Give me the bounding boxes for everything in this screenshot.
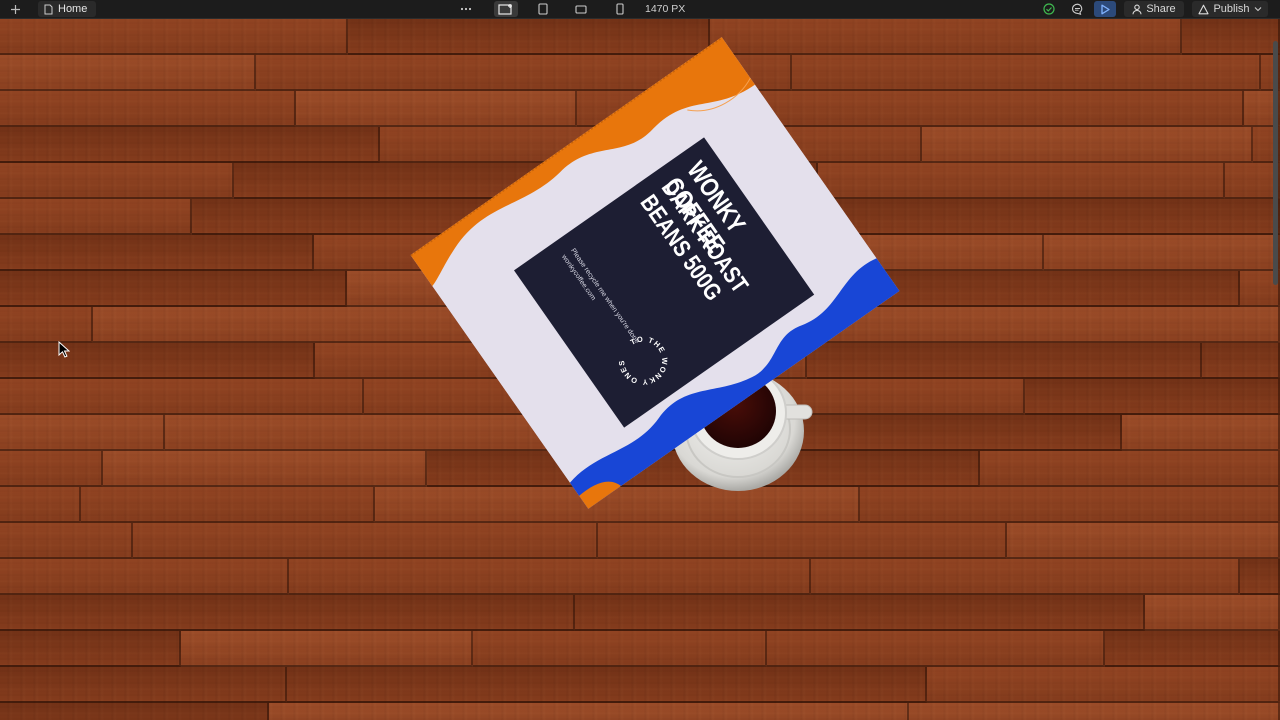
- floor-plank: [927, 667, 1280, 703]
- floor-plank: [1025, 379, 1280, 415]
- mobile-breakpoint-button[interactable]: [611, 1, 629, 17]
- floor-plank: [792, 55, 1261, 91]
- page-icon: [44, 4, 53, 14]
- floor-plank: [710, 19, 1182, 55]
- floor-plank: [287, 667, 927, 703]
- floor-plank: [1044, 235, 1280, 271]
- preview-button[interactable]: [1094, 1, 1116, 17]
- floor-plank: [0, 235, 314, 271]
- floor-plank: [980, 451, 1280, 487]
- mobile-breakpoint-icon: [616, 3, 624, 15]
- floor-plank: [289, 559, 811, 595]
- floor-plank: [0, 415, 165, 451]
- floor-plank: [0, 631, 181, 667]
- more-icon: [460, 7, 472, 11]
- user-icon: [1132, 4, 1142, 14]
- check-circle-icon: [1043, 3, 1055, 15]
- floor-plank: [922, 127, 1253, 163]
- floor-plank: [0, 559, 289, 595]
- top-toolbar: Home 1470 PX Share Publish: [0, 0, 1280, 19]
- publish-status[interactable]: [1041, 1, 1057, 17]
- floor-plank: [0, 487, 81, 523]
- insert-button[interactable]: [6, 1, 24, 17]
- tablet-landscape-icon: [575, 5, 587, 14]
- canvas-width-readout[interactable]: 1470 PX: [645, 0, 695, 18]
- floor-plank: [1225, 163, 1280, 199]
- floor-plank: [81, 487, 375, 523]
- comment-icon: [1071, 3, 1082, 15]
- floor-plank: [767, 631, 1105, 667]
- desktop-breakpoint-button[interactable]: [494, 1, 518, 17]
- floor-plank: [1240, 559, 1280, 595]
- floor-plank: [133, 523, 598, 559]
- floor-plank: [818, 163, 1225, 199]
- floor-plank: [811, 559, 1240, 595]
- floor-plank: [860, 487, 1280, 523]
- floor-plank: [0, 19, 348, 55]
- design-canvas[interactable]: WONKY COFFEE DARK ROAST BEANS 500G Pleas…: [0, 19, 1280, 720]
- publish-label: Publish: [1213, 3, 1250, 15]
- tablet-breakpoint-button[interactable]: [534, 1, 552, 17]
- floor-plank: [0, 667, 287, 703]
- floor-plank: [0, 343, 315, 379]
- share-button[interactable]: Share: [1124, 1, 1184, 17]
- share-label: Share: [1146, 3, 1176, 15]
- floor-plank: [348, 19, 710, 55]
- floor-plank: [0, 595, 575, 631]
- floor-plank: [807, 343, 1202, 379]
- floor-plank: [1145, 595, 1280, 631]
- floor-plank: [296, 91, 577, 127]
- floor-plank: [0, 703, 269, 720]
- comments-button[interactable]: [1068, 1, 1086, 17]
- floor-plank: [0, 91, 296, 127]
- floor-plank: [0, 523, 133, 559]
- floor-plank: [909, 703, 1280, 720]
- floor-plank: [1105, 631, 1280, 667]
- floor-plank: [0, 163, 234, 199]
- floor-plank: [0, 127, 380, 163]
- floor-plank: [0, 307, 93, 343]
- floor-plank: [1007, 523, 1280, 559]
- floor-plank: [269, 703, 909, 720]
- floor-plank: [0, 199, 192, 235]
- tablet-landscape-button[interactable]: [572, 1, 590, 17]
- desktop-breakpoint-icon: [498, 4, 512, 15]
- floor-plank: [0, 379, 364, 415]
- floor-plank: [181, 631, 473, 667]
- play-icon: [1101, 4, 1110, 14]
- publish-triangle-icon: [1198, 4, 1210, 14]
- floor-plank: [1182, 19, 1280, 55]
- more-button[interactable]: [456, 1, 476, 17]
- floor-plank: [0, 271, 347, 307]
- publish-button[interactable]: Publish: [1192, 1, 1268, 17]
- canvas-scrollbar[interactable]: [1273, 41, 1278, 285]
- floor-plank: [473, 631, 767, 667]
- page-tab-home[interactable]: Home: [38, 1, 96, 17]
- floor-plank: [1122, 415, 1280, 451]
- mouse-cursor-icon: [58, 341, 70, 358]
- tablet-breakpoint-icon: [538, 3, 548, 15]
- floor-plank: [0, 451, 103, 487]
- floor-plank: [1202, 343, 1280, 379]
- floor-plank: [103, 451, 427, 487]
- bag-seal-badge: TO THE WONKY ONES: [607, 324, 680, 397]
- insert-icon: [10, 4, 20, 14]
- floor-plank: [0, 55, 256, 91]
- chevron-down-icon: [1254, 7, 1261, 12]
- floor-plank: [598, 523, 1007, 559]
- page-tab-label: Home: [58, 3, 88, 15]
- floor-plank: [575, 595, 1145, 631]
